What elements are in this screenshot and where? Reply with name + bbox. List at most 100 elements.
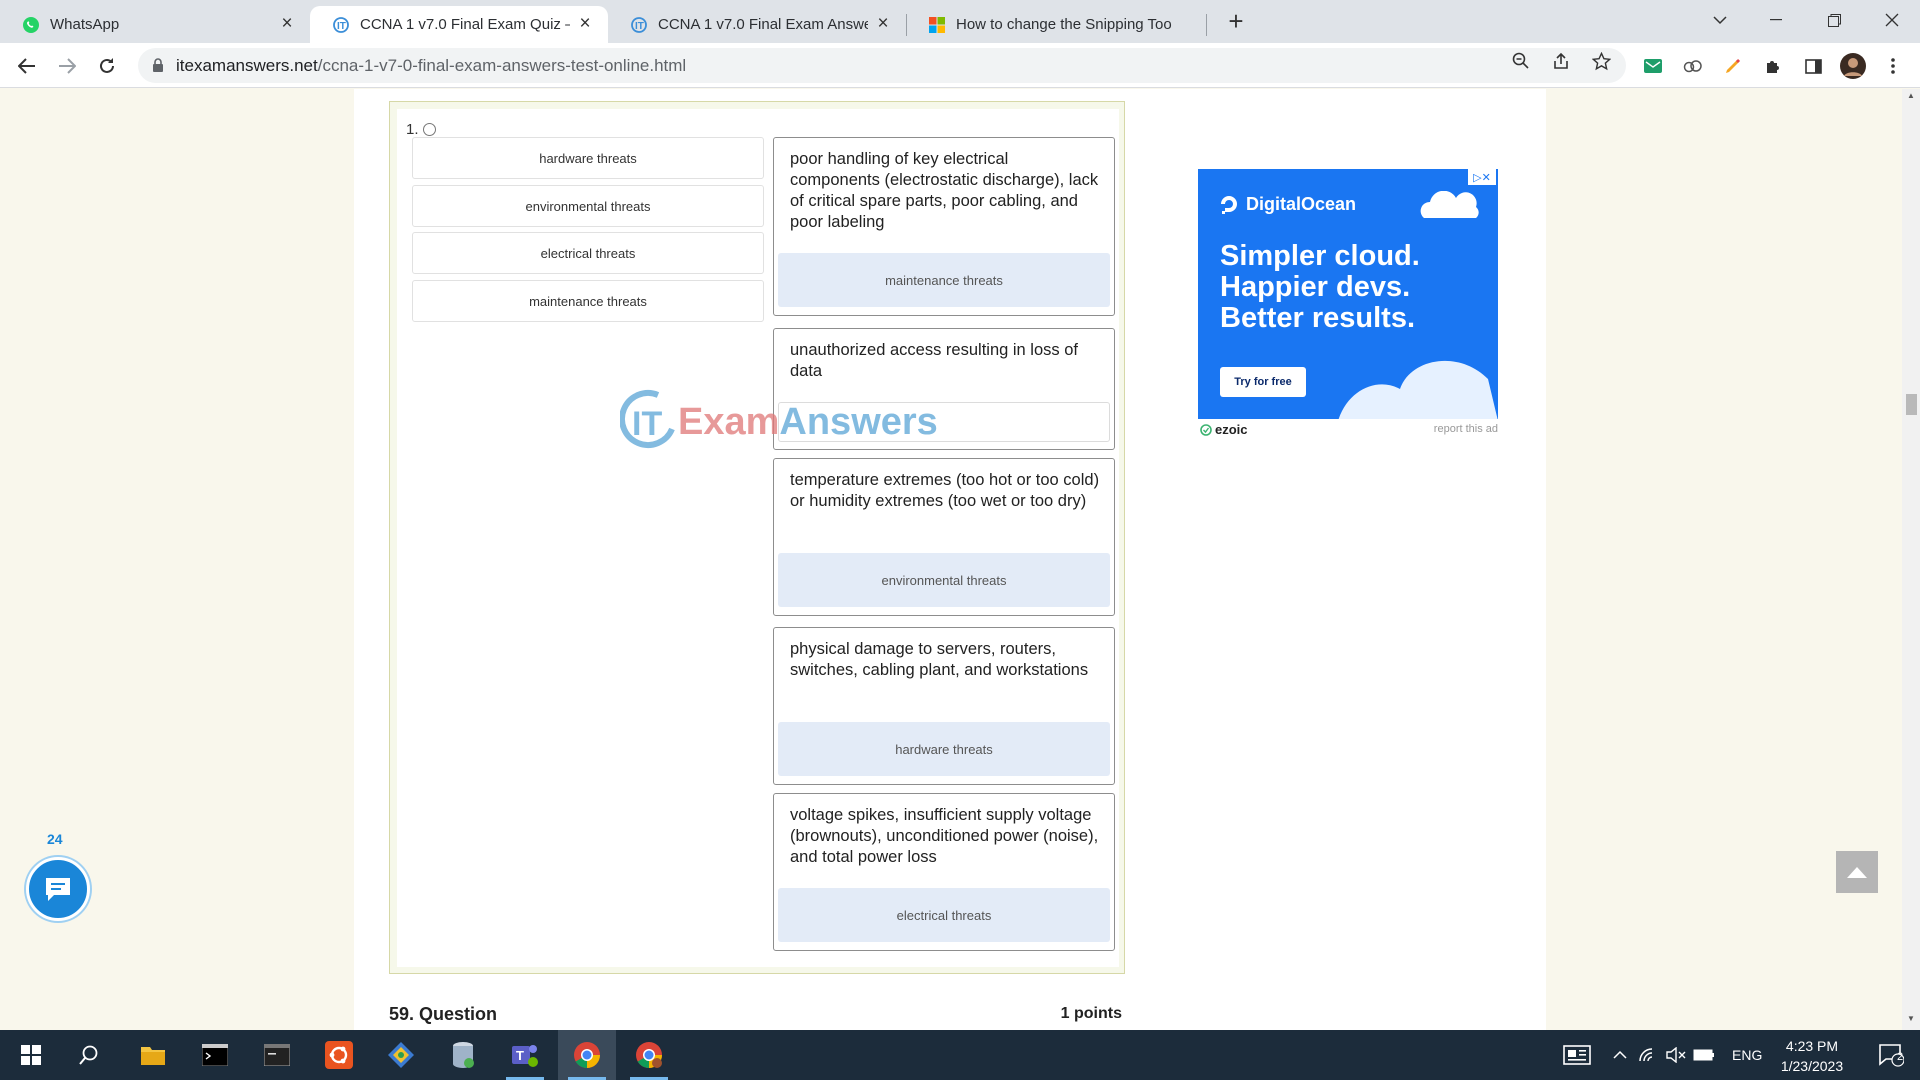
drop-zone[interactable]: electrical threats: [778, 888, 1110, 942]
side-panel-icon[interactable]: [1800, 53, 1826, 79]
ad-headline: Simpler cloud. Happier devs. Better resu…: [1220, 240, 1420, 334]
battery-icon[interactable]: [1692, 1030, 1716, 1080]
git-tool-button[interactable]: [372, 1030, 430, 1080]
match-item: physical damage to servers, routers, swi…: [773, 627, 1115, 785]
minimize-button[interactable]: [1748, 0, 1804, 40]
notification-center-button[interactable]: 2: [1862, 1030, 1920, 1080]
scroll-up-icon[interactable]: ▲: [1902, 91, 1920, 105]
new-tab-button[interactable]: +: [1222, 8, 1250, 36]
web-page: 1. hardware threats environmental threat…: [0, 89, 1920, 1030]
reload-button[interactable]: [92, 51, 122, 81]
match-statement: voltage spikes, insufficient supply volt…: [790, 806, 1099, 866]
close-icon[interactable]: ×: [576, 14, 594, 34]
start-button[interactable]: [2, 1030, 60, 1080]
draggable-option[interactable]: environmental threats: [412, 185, 764, 227]
report-ad-link[interactable]: report this ad: [1434, 423, 1498, 435]
close-icon[interactable]: ×: [874, 14, 892, 34]
tab-snipping-tool[interactable]: How to change the Snipping Too: [906, 6, 1206, 43]
notification-count: 2: [1897, 1051, 1904, 1063]
url-text: itexamanswers.net/ccna-1-v7-0-final-exam…: [176, 55, 687, 75]
draggable-option[interactable]: hardware threats: [412, 137, 764, 179]
profile-avatar[interactable]: [1840, 53, 1866, 79]
close-icon[interactable]: ×: [278, 14, 296, 34]
microsoft-icon: [929, 16, 945, 33]
watermark-logo: IT Exam Answers: [620, 387, 938, 457]
match-statement: unauthorized access resulting in loss of…: [790, 341, 1078, 380]
back-button[interactable]: [12, 51, 42, 81]
search-icon: [79, 1045, 98, 1065]
wifi-icon[interactable]: [1636, 1030, 1660, 1080]
cloud-illustration: [1338, 360, 1498, 419]
ad-close-icon[interactable]: ▷✕: [1468, 169, 1496, 185]
tab-whatsapp[interactable]: WhatsApp ×: [0, 6, 310, 43]
extension-mail-icon[interactable]: [1640, 53, 1666, 79]
windows-taskbar: T ENG 4:23 PM 1/23/2023 2: [0, 1030, 1920, 1080]
extension-cloud-icon[interactable]: [1680, 53, 1706, 79]
teams-button[interactable]: T: [496, 1030, 554, 1080]
question-body: 1. hardware threats environmental threat…: [397, 109, 1119, 967]
whatsapp-icon: [23, 16, 39, 33]
chrome-icon: [574, 1042, 600, 1069]
scroll-thumb[interactable]: [1906, 394, 1917, 415]
match-statement: poor handling of key electrical componen…: [790, 150, 1099, 231]
ubuntu-icon: [325, 1041, 353, 1069]
ezoic-label[interactable]: ezoic: [1200, 422, 1248, 437]
lock-icon: [153, 58, 163, 72]
question-number: 1.: [406, 121, 436, 138]
terminal-icon: [202, 1044, 228, 1066]
volume-muted-icon[interactable]: [1664, 1030, 1688, 1080]
tab-ccna-answers[interactable]: IT CCNA 1 v7.0 Final Exam Answers ×: [608, 6, 906, 43]
chrome-icon: [636, 1042, 662, 1069]
digitalocean-icon: [1221, 196, 1237, 214]
chat-unread-count: 24: [47, 831, 63, 847]
news-widget-button[interactable]: [1548, 1030, 1606, 1080]
language-indicator[interactable]: ENG: [1732, 1047, 1762, 1063]
chat-button[interactable]: [26, 857, 90, 921]
browser-menu-icon[interactable]: [1880, 53, 1906, 79]
chrome-button[interactable]: [558, 1030, 616, 1080]
folder-icon: [141, 1047, 165, 1065]
restore-button[interactable]: [1806, 0, 1862, 40]
draggable-option[interactable]: electrical threats: [412, 232, 764, 274]
itexam-icon: IT: [333, 16, 349, 33]
match-statement: temperature extremes (too hot or too col…: [790, 471, 1100, 510]
bookmark-star-icon[interactable]: [1590, 50, 1612, 72]
drop-zone[interactable]: hardware threats: [778, 722, 1110, 776]
database-button[interactable]: [434, 1030, 492, 1080]
question-radio[interactable]: [422, 123, 436, 136]
advertisement[interactable]: ▷✕ DigitalOcean Simpler cloud. Happier d…: [1198, 169, 1498, 419]
draggable-option[interactable]: maintenance threats: [412, 280, 764, 322]
chrome-profile-button[interactable]: [620, 1030, 678, 1080]
tab-title: CCNA 1 v7.0 Final Exam Answers: [658, 16, 868, 33]
drop-zone[interactable]: environmental threats: [778, 553, 1110, 607]
close-window-button[interactable]: [1864, 0, 1920, 40]
search-button[interactable]: [60, 1030, 118, 1080]
extensions-puzzle-icon[interactable]: [1760, 53, 1786, 79]
drop-zone[interactable]: maintenance threats: [778, 253, 1110, 307]
terminal-button[interactable]: [186, 1030, 244, 1080]
teams-icon: T: [512, 1045, 538, 1067]
scroll-to-top-button[interactable]: [1836, 851, 1878, 893]
ad-cta-button[interactable]: Try for free: [1220, 367, 1306, 397]
forward-button[interactable]: [52, 51, 82, 81]
file-explorer-button[interactable]: [124, 1030, 182, 1080]
windows-icon: [21, 1045, 41, 1065]
address-bar[interactable]: itexamanswers.net/ccna-1-v7-0-final-exam…: [138, 48, 1626, 83]
tab-search-chevron-icon[interactable]: [1692, 0, 1748, 40]
page-scrollbar[interactable]: ▲ ▼: [1902, 89, 1920, 1030]
tab-title: WhatsApp: [50, 16, 120, 33]
zoom-icon[interactable]: [1510, 50, 1532, 72]
scroll-down-icon[interactable]: ▼: [1902, 1014, 1920, 1028]
tray-overflow-icon[interactable]: [1610, 1030, 1630, 1080]
extension-pen-icon[interactable]: [1720, 53, 1746, 79]
cmd-button[interactable]: [248, 1030, 306, 1080]
tab-ccna-quiz[interactable]: IT CCNA 1 v7.0 Final Exam Quiz – Te ×: [310, 6, 608, 43]
system-clock[interactable]: 4:23 PM 1/23/2023: [1772, 1036, 1852, 1076]
browser-toolbar: itexamanswers.net/ccna-1-v7-0-final-exam…: [0, 43, 1920, 88]
question-points: 1 points: [1060, 1005, 1122, 1022]
ubuntu-button[interactable]: [310, 1030, 368, 1080]
share-icon[interactable]: [1550, 50, 1572, 72]
tab-title: How to change the Snipping Too: [956, 16, 1172, 33]
tab-title: CCNA 1 v7.0 Final Exam Quiz – Te: [360, 16, 570, 33]
next-question-header: 59. Question 1 points: [389, 1004, 1125, 1025]
